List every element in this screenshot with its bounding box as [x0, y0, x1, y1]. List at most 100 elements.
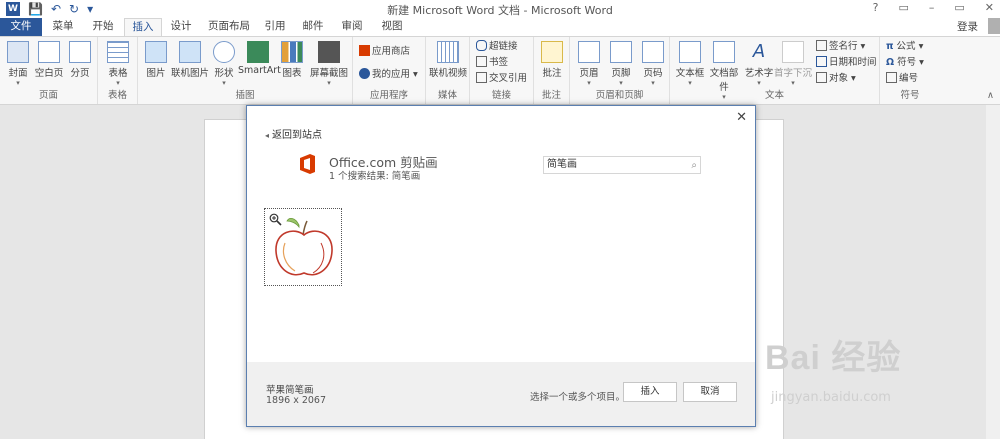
tab-design[interactable]: 设计	[164, 18, 198, 36]
tab-file[interactable]: 文件	[0, 18, 42, 36]
hyperlink-icon	[476, 40, 487, 51]
tab-layout[interactable]: 页面布局	[204, 18, 254, 36]
header-button[interactable]: 页眉 ▾	[574, 41, 604, 87]
dropcap-icon	[782, 41, 804, 63]
ribbon-display-button[interactable]: ▭	[898, 1, 908, 14]
cover-page-label: 封面	[8, 68, 28, 79]
page-number-label: 页码	[643, 68, 663, 79]
screenshot-label: 屏幕截图	[309, 68, 348, 79]
date-time-button[interactable]: 日期和时间	[816, 56, 877, 70]
maximize-button[interactable]: ▭	[954, 1, 964, 14]
equation-button[interactable]: π 公式 ▾	[886, 40, 923, 54]
search-icon[interactable]: ⌕	[691, 158, 697, 174]
hyperlink-button[interactable]: 超链接	[476, 40, 518, 54]
number-icon	[886, 72, 897, 83]
search-input[interactable]: 简笔画 ⌕	[543, 156, 701, 174]
page-break-button[interactable]: 分页	[66, 41, 94, 79]
chevron-left-icon: ◂	[265, 131, 270, 140]
date-time-label: 日期和时间	[829, 57, 877, 68]
cancel-button[interactable]: 取消	[683, 382, 737, 402]
close-button[interactable]: ✕	[985, 1, 994, 14]
tab-insert[interactable]: 插入	[124, 18, 162, 37]
smartart-button[interactable]: SmartArt	[238, 41, 281, 76]
smartart-label: SmartArt	[238, 65, 281, 76]
page-break-label: 分页	[70, 68, 90, 79]
page-break-icon	[69, 41, 91, 63]
group-links-label: 链接	[491, 90, 511, 101]
tab-view[interactable]: 视图	[374, 18, 410, 36]
group-comments: 批注 批注	[534, 37, 570, 104]
page-number-button[interactable]: 页码 ▾	[638, 41, 668, 87]
window-title: 新建 Microsoft Word 文档 - Microsoft Word	[387, 4, 613, 17]
app-store-button[interactable]: 应用商店	[359, 45, 410, 59]
bookmark-button[interactable]: 书签	[476, 56, 508, 70]
blank-page-button[interactable]: 空白页	[34, 41, 64, 79]
blank-page-label: 空白页	[34, 68, 64, 79]
user-avatar[interactable]	[988, 18, 1000, 34]
shapes-button[interactable]: 形状 ▾	[211, 41, 237, 87]
my-apps-button[interactable]: 我的应用 ▾	[359, 68, 418, 82]
group-links: 超链接 书签 交叉引用 链接	[470, 37, 534, 104]
symbol-label: 符号	[897, 57, 917, 68]
blank-page-icon	[38, 41, 60, 63]
table-button[interactable]: 表格 ▾	[104, 41, 132, 87]
comment-button[interactable]: 批注	[538, 41, 566, 79]
picture-button[interactable]: 图片	[142, 41, 170, 79]
group-comments-label: 批注	[541, 90, 561, 101]
wordart-button[interactable]: A 艺术字 ▾	[744, 41, 774, 87]
group-header-footer: 页眉 ▾ 页脚 ▾ 页码 ▾ 页眉和页脚	[570, 37, 670, 104]
screenshot-button[interactable]: 屏幕截图 ▾	[308, 41, 350, 87]
clip-thumbnail[interactable]	[264, 208, 342, 286]
table-label: 表格	[108, 68, 128, 79]
watermark-url: jingyan.baidu.com	[771, 390, 891, 405]
cross-reference-button[interactable]: 交叉引用	[476, 72, 527, 86]
help-button[interactable]: ?	[873, 1, 879, 14]
dropcap-button[interactable]: 首字下沉 ▾	[774, 41, 812, 87]
dialog-close-button[interactable]: ✕	[736, 110, 747, 125]
symbol-button[interactable]: Ω 符号 ▾	[886, 56, 924, 70]
online-video-button[interactable]: 联机视频	[428, 41, 468, 79]
collapse-ribbon-icon[interactable]: ∧	[987, 89, 994, 103]
pi-icon: π	[886, 41, 894, 52]
textbox-button[interactable]: 文本框 ▾	[674, 41, 706, 87]
footer-button[interactable]: 页脚 ▾	[606, 41, 636, 87]
group-symbols: π 公式 ▾ Ω 符号 ▾ 编号 符号	[880, 37, 940, 104]
tab-menu[interactable]: 菜单	[44, 18, 82, 36]
object-button[interactable]: 对象 ▾	[816, 72, 856, 86]
group-media: 联机视频 媒体	[426, 37, 470, 104]
login-link[interactable]: 登录	[957, 19, 978, 34]
chart-button[interactable]: 图表	[280, 41, 304, 79]
tab-references[interactable]: 引用	[258, 18, 292, 36]
search-value: 简笔画	[547, 159, 577, 170]
selected-clip-size: 1896 x 2067	[266, 395, 327, 406]
group-media-label: 媒体	[437, 90, 457, 101]
insert-button[interactable]: 插入	[623, 382, 677, 402]
picture-icon	[145, 41, 167, 63]
shapes-label: 形状	[214, 68, 234, 79]
zoom-icon[interactable]	[269, 213, 282, 226]
online-picture-button[interactable]: 联机图片	[170, 41, 210, 79]
tab-mailings[interactable]: 邮件	[296, 18, 330, 36]
group-pages-label: 页面	[38, 90, 58, 101]
smartart-icon	[247, 41, 269, 63]
tab-home[interactable]: 开始	[84, 18, 122, 36]
number-button[interactable]: 编号	[886, 72, 918, 86]
watermark-main: Bai 经验	[765, 339, 902, 377]
chart-icon	[281, 41, 303, 63]
object-label: 对象	[829, 73, 849, 84]
vertical-scrollbar[interactable]	[986, 105, 1000, 439]
minimize-button[interactable]: –	[929, 1, 935, 14]
group-pages: 封面 ▾ 空白页 分页 页面	[0, 37, 98, 104]
signature-line-button[interactable]: 签名行 ▾	[816, 40, 865, 54]
ribbon: 封面 ▾ 空白页 分页 页面 表格 ▾ 表格 图片 联机图片 形状 ▾ Smar…	[0, 36, 1000, 105]
back-to-sites-link[interactable]: ◂ 返回到站点	[265, 126, 322, 141]
selection-hint: 选择一个或多个项目。	[530, 392, 626, 403]
cross-reference-icon	[476, 72, 487, 83]
tab-review[interactable]: 审阅	[334, 18, 370, 36]
window-controls: ? ▭ – ▭ ✕	[873, 1, 994, 14]
signature-icon	[816, 40, 827, 51]
equation-label: 公式	[896, 41, 916, 52]
app-store-label: 应用商店	[372, 46, 411, 57]
hyperlink-label: 超链接	[489, 41, 518, 52]
cover-page-button[interactable]: 封面 ▾	[4, 41, 32, 87]
